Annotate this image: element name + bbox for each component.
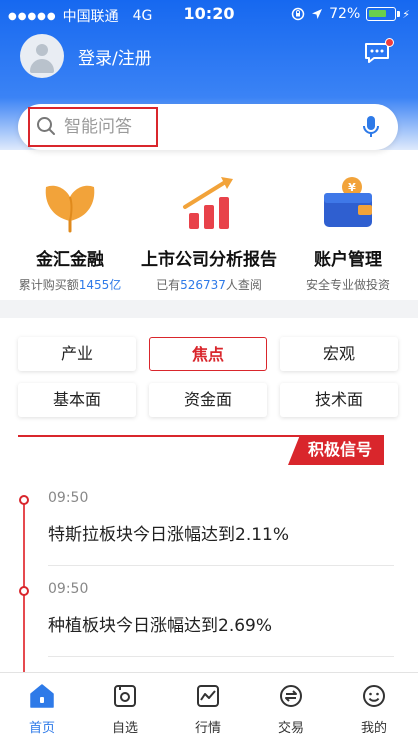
svg-text:¥: ¥ bbox=[348, 181, 356, 194]
location-arrow-icon bbox=[312, 9, 323, 19]
feature-subtitle: 已有526737人查阅 bbox=[156, 278, 262, 292]
news-title: 种植板块今日涨幅达到2.69% bbox=[48, 616, 273, 636]
feature-title: 金汇金融 bbox=[36, 250, 104, 270]
tab-market[interactable]: 行情 bbox=[166, 673, 250, 734]
battery-level bbox=[369, 10, 387, 17]
tab-label: 我的 bbox=[360, 721, 387, 734]
news-time: 09:50 bbox=[48, 581, 89, 597]
feature-jinhui-finance[interactable]: 金汇金融 累计购买额1455亿 bbox=[0, 165, 140, 293]
tag-industry[interactable]: 产业 bbox=[18, 337, 136, 371]
bar-chart-rising-icon bbox=[183, 177, 233, 229]
feature-account-management[interactable]: ¥ 账户管理 安全专业做投资 bbox=[278, 165, 418, 293]
microphone-icon[interactable] bbox=[362, 115, 380, 139]
tab-home[interactable]: 首页 bbox=[0, 673, 84, 734]
rotation-lock-icon bbox=[291, 7, 305, 21]
feature-title: 上市公司分析报告 bbox=[141, 250, 277, 270]
trade-exchange-icon bbox=[280, 685, 302, 707]
tab-label: 自选 bbox=[111, 721, 138, 734]
avatar[interactable] bbox=[20, 34, 64, 78]
battery-icon bbox=[366, 7, 401, 21]
status-bar: ●●●●● 中国联通 4G 10:20 72% ⚡ bbox=[0, 0, 418, 30]
tag-fundamentals[interactable]: 基本面 bbox=[18, 383, 136, 417]
tag-focus[interactable]: 焦点 bbox=[149, 337, 267, 371]
news-separator bbox=[48, 656, 394, 657]
notification-dot bbox=[385, 38, 394, 47]
tag-technical[interactable]: 技术面 bbox=[280, 383, 398, 417]
news-title: 特斯拉板块今日涨幅达到2.11% bbox=[48, 525, 290, 545]
feature-company-report[interactable]: 上市公司分析报告 已有526737人查阅 bbox=[139, 165, 279, 293]
news-time: 09:50 bbox=[48, 490, 89, 506]
ginkgo-leaf-icon bbox=[45, 185, 95, 233]
feature-section: 金汇金融 累计购买额1455亿 上市公司分析报告 已有526737人查阅 ¥ 账… bbox=[0, 165, 418, 295]
search-bar[interactable] bbox=[18, 104, 398, 150]
feature-title: 账户管理 bbox=[314, 250, 382, 270]
tag-macro[interactable]: 宏观 bbox=[280, 337, 398, 371]
wallet-icon: ¥ bbox=[324, 177, 372, 227]
feature-subtitle: 安全专业做投资 bbox=[305, 278, 390, 292]
positive-signal-badge: 积极信号 bbox=[288, 435, 384, 465]
charging-icon: ⚡ bbox=[402, 7, 410, 21]
profile-smile-icon bbox=[363, 685, 385, 707]
tab-label: 首页 bbox=[28, 721, 55, 734]
bottom-tab-bar: 首页 自选 行情 交易 我的 bbox=[0, 672, 418, 734]
search-input[interactable] bbox=[64, 113, 344, 141]
top-bar: 登录/注册 bbox=[0, 30, 418, 80]
tag-capital-flow[interactable]: 资金面 bbox=[149, 383, 267, 417]
battery-percent: 72% bbox=[329, 6, 361, 22]
home-icon bbox=[30, 684, 54, 708]
feature-subtitle: 累计购买额1455亿 bbox=[18, 278, 122, 292]
login-register-link[interactable]: 登录/注册 bbox=[78, 44, 152, 69]
watchlist-icon bbox=[114, 685, 136, 707]
tab-label: 交易 bbox=[277, 721, 304, 734]
tab-profile[interactable]: 我的 bbox=[332, 673, 416, 734]
timeline-dot bbox=[19, 586, 29, 596]
timeline-dot bbox=[19, 495, 29, 505]
section-divider bbox=[0, 300, 418, 318]
search-icon bbox=[37, 117, 55, 135]
tab-label: 行情 bbox=[194, 721, 221, 734]
market-chart-icon bbox=[197, 685, 219, 707]
news-separator bbox=[48, 565, 394, 566]
tab-trade[interactable]: 交易 bbox=[249, 673, 333, 734]
tab-watchlist[interactable]: 自选 bbox=[83, 673, 167, 734]
